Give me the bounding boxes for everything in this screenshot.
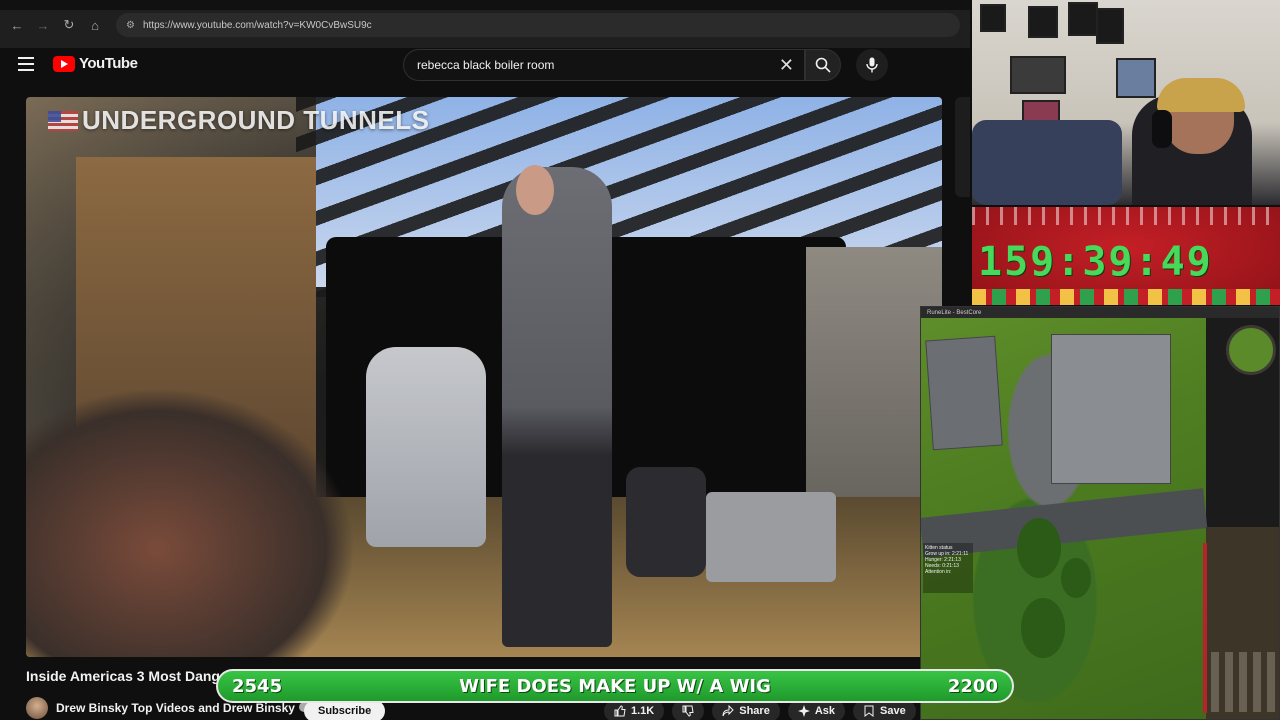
streamer-hat: [1157, 78, 1245, 112]
sparkle-icon: [797, 705, 810, 717]
wall-poster: [1068, 2, 1098, 36]
url-text: https://www.youtube.com/watch?v=KW0CvBwS…: [142, 19, 372, 31]
wall-poster: [1096, 8, 1124, 44]
game-viewport: Kitten status Grow up in: 2:21:11 Hunger…: [921, 318, 1208, 719]
kitten-status-panel: Kitten status Grow up in: 2:21:11 Hunger…: [923, 543, 973, 593]
banner-right-count: 2200: [947, 675, 998, 697]
browser-toolbar: ← → ↻ ⌂ ⚙ https://www.youtube.com/watch?…: [0, 10, 970, 40]
game-hp-bar: [1203, 543, 1207, 713]
search-icon: [815, 57, 831, 73]
game-window-title: RuneLite - BestCore: [921, 307, 1279, 318]
voice-search-button[interactable]: [856, 49, 888, 81]
timer-text: 159:39:49: [978, 239, 1213, 285]
logo-text: YouTube: [79, 55, 138, 72]
share-button[interactable]: Share: [712, 700, 780, 720]
video-bin: [706, 492, 836, 582]
clear-icon[interactable]: ✕: [779, 56, 794, 74]
back-icon[interactable]: ←: [6, 14, 28, 36]
channel-avatar[interactable]: [26, 697, 48, 719]
tab-strip: [0, 0, 970, 10]
thumb-down-icon: [682, 705, 694, 717]
kitten-status-line: Attention in:: [925, 569, 952, 575]
wall-poster: [1116, 58, 1156, 98]
share-icon: [722, 705, 734, 717]
address-bar[interactable]: ⚙ https://www.youtube.com/watch?v=KW0CvB…: [116, 13, 960, 37]
channel-name[interactable]: Drew Binsky Top Videos and Drew Binsky: [56, 701, 309, 715]
save-label: Save: [880, 705, 906, 717]
gift-pattern: [972, 289, 1280, 305]
share-label: Share: [739, 705, 770, 717]
bookmark-icon: [864, 705, 874, 717]
home-icon[interactable]: ⌂: [84, 14, 106, 36]
forward-icon[interactable]: →: [32, 14, 54, 36]
game-building: [1051, 334, 1171, 484]
search-button[interactable]: [805, 49, 841, 81]
video-overlay-title: UNDERGROUND TUNNELS: [48, 105, 430, 136]
wall-poster: [980, 4, 1006, 32]
stream-screen: ← → ↻ ⌂ ⚙ https://www.youtube.com/watch?…: [0, 0, 1280, 720]
headset-icon: [1152, 110, 1172, 148]
banner-goal-text: WIFE DOES MAKE UP W/ A WIG: [459, 675, 771, 697]
ask-button[interactable]: Ask: [787, 700, 846, 720]
game-window: RuneLite - BestCore Kitten status Grow u…: [920, 306, 1280, 720]
overlay-title-text: UNDERGROUND TUNNELS: [82, 105, 430, 135]
video-seated-person: [366, 347, 486, 547]
menu-icon[interactable]: [18, 57, 34, 71]
subscribe-button[interactable]: Subscribe: [304, 700, 386, 720]
like-button[interactable]: 1.1K: [604, 700, 665, 720]
browser-chrome: ← → ↻ ⌂ ⚙ https://www.youtube.com/watch?…: [0, 0, 970, 48]
wall-poster: [1028, 6, 1058, 38]
ask-label: Ask: [814, 705, 836, 717]
game-tree: [1021, 598, 1065, 658]
game-minimap: [1226, 325, 1276, 375]
video-debris: [26, 387, 356, 657]
game-tree: [1017, 518, 1061, 578]
flag-icon: [48, 110, 78, 131]
like-count: 1.1K: [631, 705, 655, 717]
subathon-timer: 159:39:49: [972, 207, 1280, 305]
video-standing-person: [502, 167, 612, 647]
save-button[interactable]: Save: [853, 700, 916, 720]
goal-banner: 2545 WIFE DOES MAKE UP W/ A WIG 2200: [216, 669, 1014, 703]
game-inventory: [1211, 652, 1275, 712]
wall-poster: [1010, 56, 1066, 94]
snowflake-pattern: [972, 207, 1280, 225]
search-value: rebecca black boiler room: [417, 58, 555, 72]
video-backpack: [626, 467, 706, 577]
video-title: Inside Americas 3 Most Dang: [26, 668, 220, 684]
gaming-chair: [972, 120, 1122, 205]
mic-icon: [866, 57, 878, 73]
video-actions: 1.1K Share Ask Save: [604, 700, 916, 720]
thumb-up-icon: [614, 705, 626, 717]
sidebar-peek: [955, 97, 970, 197]
game-tree: [1061, 558, 1091, 598]
webcam-overlay: [972, 0, 1280, 205]
youtube-play-icon: [53, 55, 75, 72]
video-person-head: [516, 165, 554, 215]
search-input[interactable]: rebecca black boiler room ✕: [403, 49, 805, 81]
game-building: [925, 335, 1003, 451]
reload-icon[interactable]: ↻: [58, 14, 80, 36]
channel-name-text: Drew Binsky Top Videos and Drew Binsky: [56, 701, 295, 715]
site-settings-icon[interactable]: ⚙: [126, 20, 135, 31]
youtube-logo[interactable]: YouTube: [53, 55, 138, 72]
video-player[interactable]: UNDERGROUND TUNNELS: [26, 97, 942, 657]
dislike-button[interactable]: [672, 700, 705, 720]
banner-left-count: 2545: [232, 675, 283, 697]
youtube-header: YouTube rebecca black boiler room ✕: [0, 42, 970, 88]
